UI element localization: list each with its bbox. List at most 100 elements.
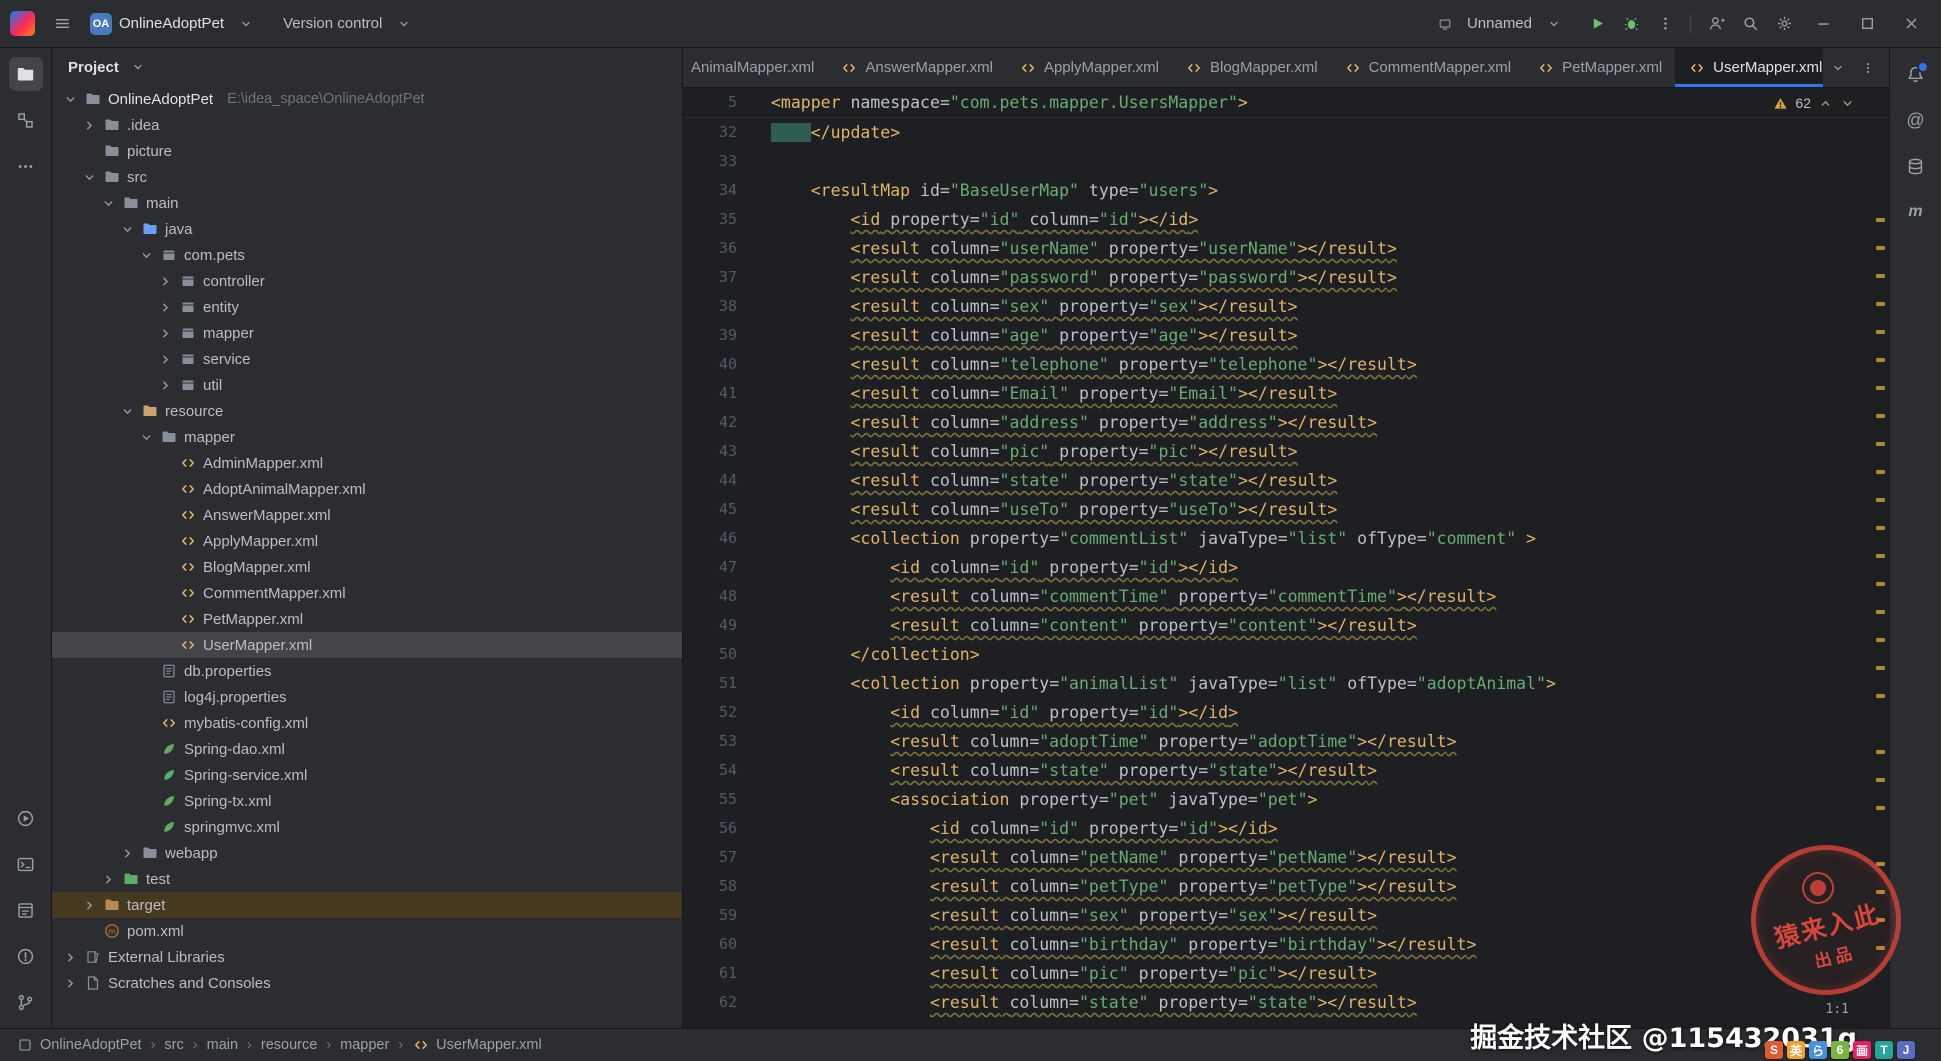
tree-item-service[interactable]: service — [52, 346, 682, 372]
breadcrumb-item-src[interactable]: src — [164, 1037, 183, 1053]
code-line-34[interactable]: 34 <resultMap id="BaseUserMap" type="use… — [683, 176, 1889, 205]
code-line-38[interactable]: 38 <result column="sex" property="sex"><… — [683, 292, 1889, 321]
code-line-43[interactable]: 43 <result column="pic" property="pic"><… — [683, 437, 1889, 466]
tab-animalmapper-xml[interactable]: AnimalMapper.xml — [683, 48, 827, 87]
code-line-42[interactable]: 42 <result column="address" property="ad… — [683, 408, 1889, 437]
database-tool-button[interactable] — [1899, 149, 1933, 183]
console-tool-button[interactable] — [9, 893, 43, 927]
code-line-50[interactable]: 50 </collection> — [683, 640, 1889, 669]
code-line-57[interactable]: 57 <result column="petName" property="pe… — [683, 843, 1889, 872]
tab-blogmapper-xml[interactable]: BlogMapper.xml — [1172, 48, 1331, 87]
minimize-button[interactable] — [1803, 9, 1843, 39]
tree-item-onlineadoptpet[interactable]: OnlineAdoptPet E:\idea_space\OnlineAdoptP… — [52, 86, 682, 112]
tree-item-petmapper-xml[interactable]: PetMapper.xml — [52, 606, 682, 632]
tab-applymapper-xml[interactable]: ApplyMapper.xml — [1006, 48, 1172, 87]
tree-item-scratches-and-consoles[interactable]: Scratches and Consoles — [52, 970, 682, 996]
chevron-right-icon[interactable] — [157, 299, 173, 315]
breadcrumb-item-usermapper-xml[interactable]: UserMapper.xml — [412, 1036, 542, 1054]
code-line-60[interactable]: 60 <result column="birthday" property="b… — [683, 930, 1889, 959]
warning-mark[interactable] — [1876, 246, 1885, 250]
more-tools-button[interactable] — [9, 149, 43, 183]
warning-mark[interactable] — [1876, 414, 1885, 418]
services-tool-button[interactable] — [9, 801, 43, 835]
tab-petmapper-xml[interactable]: PetMapper.xml — [1524, 48, 1675, 87]
chevron-down-icon[interactable] — [100, 195, 116, 211]
code-with-me-button[interactable] — [1701, 9, 1731, 39]
breadcrumb-item-main[interactable]: main — [207, 1037, 238, 1053]
tree-item-mapper[interactable]: mapper — [52, 424, 682, 450]
tree-item-target[interactable]: target — [52, 892, 682, 918]
inspections-widget[interactable]: 62 — [1765, 92, 1863, 114]
warning-mark[interactable] — [1876, 778, 1885, 782]
tree-item-applymapper-xml[interactable]: ApplyMapper.xml — [52, 528, 682, 554]
problems-tool-button[interactable] — [9, 939, 43, 973]
tab-commentmapper-xml[interactable]: CommentMapper.xml — [1331, 48, 1525, 87]
tree-item-adoptanimalmapper-xml[interactable]: AdoptAnimalMapper.xml — [52, 476, 682, 502]
main-menu-button[interactable] — [47, 9, 77, 39]
warning-mark[interactable] — [1876, 582, 1885, 586]
run-config-widget[interactable]: Unnamed — [1421, 8, 1578, 40]
code-line-37[interactable]: 37 <result column="password" property="p… — [683, 263, 1889, 292]
tree-item-controller[interactable]: controller — [52, 268, 682, 294]
tree-item-mybatis-config-xml[interactable]: mybatis-config.xml — [52, 710, 682, 736]
tree-item-pom-xml[interactable]: m pom.xml — [52, 918, 682, 944]
warning-mark[interactable] — [1876, 470, 1885, 474]
code-line-51[interactable]: 51 <collection property="animalList" jav… — [683, 669, 1889, 698]
tab-answermapper-xml[interactable]: AnswerMapper.xml — [827, 48, 1006, 87]
more-actions-button[interactable] — [1650, 9, 1680, 39]
code-line-56[interactable]: 56 <id column="id" property="id"></id> — [683, 814, 1889, 843]
warning-mark[interactable] — [1876, 806, 1885, 810]
tree-item-spring-tx-xml[interactable]: Spring-tx.xml — [52, 788, 682, 814]
code-area[interactable]: 32 </update> 33 34 <resultMap id="BaseUser… — [683, 118, 1889, 1028]
warning-mark[interactable] — [1876, 358, 1885, 362]
chevron-down-icon[interactable] — [119, 221, 135, 237]
code-line-45[interactable]: 45 <result column="useTo" property="useT… — [683, 495, 1889, 524]
warning-mark[interactable] — [1876, 302, 1885, 306]
previous-problem-button[interactable] — [1818, 96, 1833, 111]
code-line-40[interactable]: 40 <result column="telephone" property="… — [683, 350, 1889, 379]
tree-item-idea[interactable]: .idea — [52, 112, 682, 138]
tree-item-com-pets[interactable]: com.pets — [52, 242, 682, 268]
project-panel-header[interactable]: Project — [52, 48, 682, 86]
code-line-49[interactable]: 49 <result column="content" property="co… — [683, 611, 1889, 640]
code-line-44[interactable]: 44 <result column="state" property="stat… — [683, 466, 1889, 495]
tree-item-adminmapper-xml[interactable]: AdminMapper.xml — [52, 450, 682, 476]
chevron-down-icon[interactable] — [81, 169, 97, 185]
tree-item-blogmapper-xml[interactable]: BlogMapper.xml — [52, 554, 682, 580]
chevron-right-icon[interactable] — [62, 949, 78, 965]
terminal-tool-button[interactable] — [9, 847, 43, 881]
warning-mark[interactable] — [1876, 638, 1885, 642]
project-tool-button[interactable] — [8, 57, 43, 91]
code-line-35[interactable]: 35 <id property="id" column="id"></id> — [683, 205, 1889, 234]
warning-mark[interactable] — [1876, 386, 1885, 390]
warning-mark[interactable] — [1876, 694, 1885, 698]
code-line-41[interactable]: 41 <result column="Email" property="Emai… — [683, 379, 1889, 408]
tree-item-usermapper-xml[interactable]: UserMapper.xml — [52, 632, 682, 658]
chevron-down-icon[interactable] — [62, 91, 78, 107]
warning-mark[interactable] — [1876, 554, 1885, 558]
breadcrumb-item-mapper[interactable]: mapper — [340, 1037, 389, 1053]
code-line-58[interactable]: 58 <result column="petType" property="pe… — [683, 872, 1889, 901]
chevron-down-icon[interactable] — [138, 247, 154, 263]
chevron-right-icon[interactable] — [119, 845, 135, 861]
code-line-46[interactable]: 46 <collection property="commentList" ja… — [683, 524, 1889, 553]
tree-item-main[interactable]: main — [52, 190, 682, 216]
tree-item-log4j-properties[interactable]: log4j.properties — [52, 684, 682, 710]
tree-item-db-properties[interactable]: db.properties — [52, 658, 682, 684]
tree-item-commentmapper-xml[interactable]: CommentMapper.xml — [52, 580, 682, 606]
warning-mark[interactable] — [1876, 666, 1885, 670]
close-button[interactable] — [1891, 9, 1931, 39]
breadcrumb-item-onlineadoptpet[interactable]: OnlineAdoptPet — [16, 1036, 142, 1054]
search-everywhere-button[interactable] — [1735, 9, 1765, 39]
code-line-55[interactable]: 55 <association property="pet" javaType=… — [683, 785, 1889, 814]
tree-item-picture[interactable]: picture — [52, 138, 682, 164]
tree-item-java[interactable]: java — [52, 216, 682, 242]
breadcrumb-item-resource[interactable]: resource — [261, 1037, 317, 1053]
code-line-5[interactable]: 5 <mapper namespace="com.pets.mapper.User… — [683, 88, 1889, 117]
tab-options-button[interactable] — [1853, 53, 1883, 83]
tree-item-resource[interactable]: resource — [52, 398, 682, 424]
version-control-tool-button[interactable] — [9, 985, 43, 1019]
chevron-right-icon[interactable] — [81, 117, 97, 133]
code-line-48[interactable]: 48 <result column="commentTime" property… — [683, 582, 1889, 611]
tab-usermapper-xml[interactable]: UserMapper.xml — [1675, 48, 1823, 87]
